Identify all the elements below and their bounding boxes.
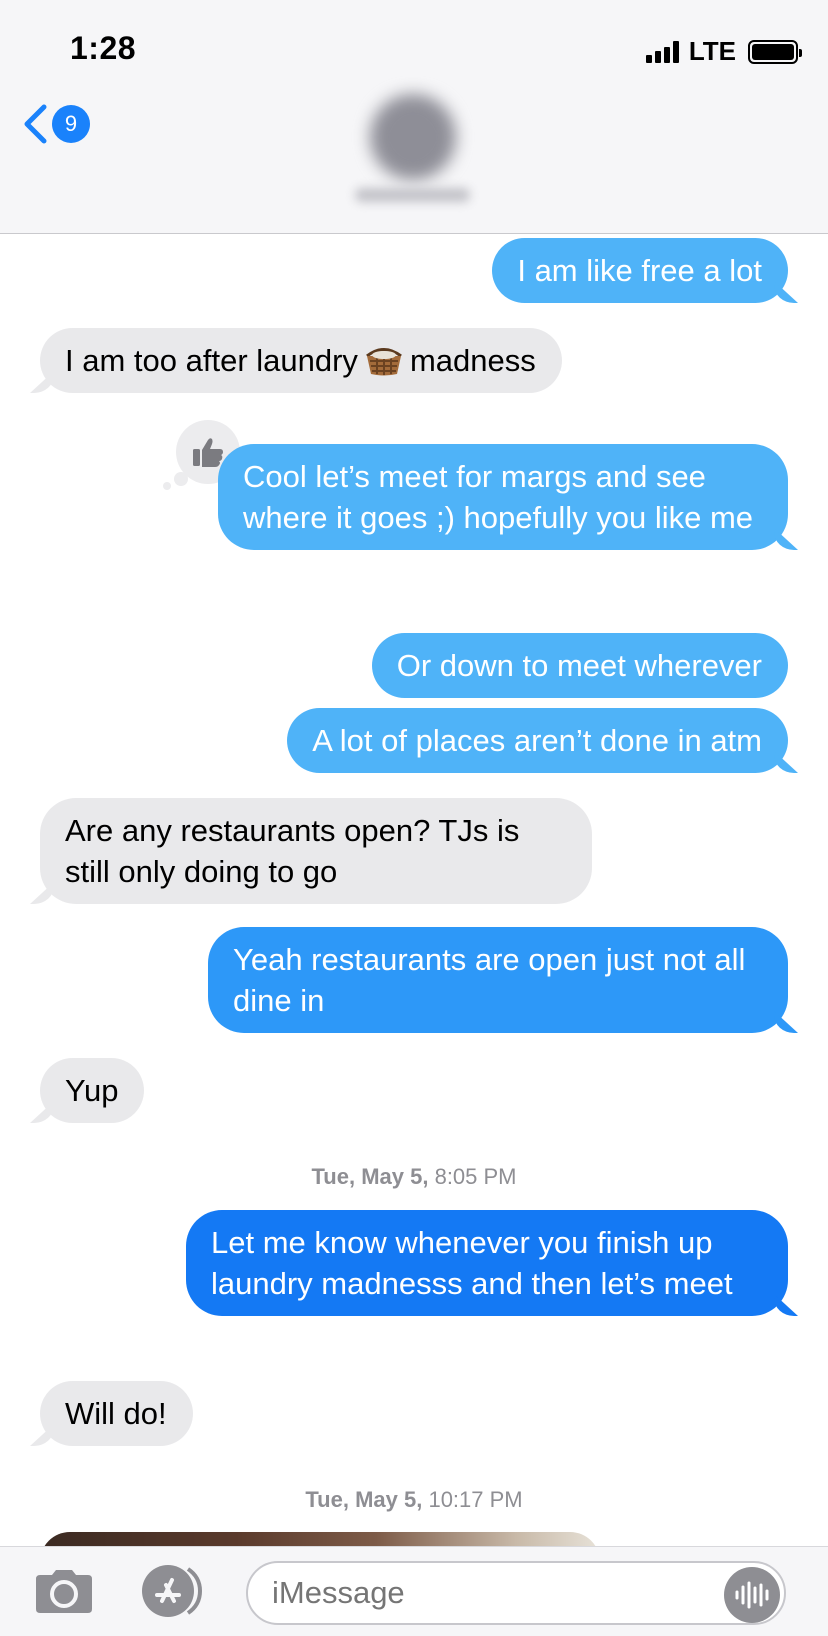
network-label: LTE (688, 36, 736, 66)
message-text: Are any restaurants open? TJs is still o… (65, 813, 520, 889)
audio-waveform-icon (735, 1581, 769, 1609)
audio-message-button[interactable] (724, 1567, 780, 1623)
sent-message[interactable]: Yeah restaurants are open just not all d… (208, 927, 788, 1033)
message-text: Yup (65, 1073, 119, 1108)
app-store-icon (142, 1565, 203, 1617)
message-text: I am too after laundry (65, 343, 358, 378)
message-text: Cool let’s meet for margs and see where … (243, 459, 754, 535)
message-input[interactable] (246, 1561, 786, 1625)
sent-message[interactable]: I am like free a lot (492, 238, 788, 303)
battery-icon (748, 39, 802, 64)
status-indicators: LTE (645, 36, 802, 67)
sent-message[interactable]: Cool let’s meet for margs and see where … (218, 444, 788, 550)
camera-icon (36, 1570, 92, 1613)
received-message[interactable]: Are any restaurants open? TJs is still o… (40, 798, 592, 904)
message-thread[interactable]: I am like free a lot I am too after laun… (0, 234, 828, 1546)
message-text: Will do! (65, 1396, 167, 1431)
message-text: I am like free a lot (517, 253, 762, 288)
photo-attachment[interactable] (40, 1532, 600, 1546)
sent-message[interactable]: Or down to meet wherever (371, 633, 788, 698)
contact-avatar[interactable] (370, 94, 456, 180)
back-chevron-icon (24, 104, 47, 144)
signal-icon (645, 40, 679, 63)
received-message[interactable]: Will do! (40, 1381, 193, 1446)
compose-bar (0, 1546, 828, 1636)
timestamp-time: 10:17 PM (428, 1487, 523, 1512)
message-text: madness (409, 343, 536, 378)
thumbs-up-icon (193, 438, 223, 467)
message-timestamp: Tue, May 5, 10:17 PM (0, 1487, 828, 1513)
message-text: A lot of places aren’t done in atm (312, 723, 762, 758)
sent-message[interactable]: Let me know whenever you finish up laund… (186, 1210, 788, 1316)
timestamp-day: Tue, May 5, (305, 1487, 423, 1512)
timestamp-time: 8:05 PM (434, 1164, 517, 1189)
conversation-header: 1:28 LTE 9 (0, 0, 828, 234)
received-message[interactable]: I am too after laundry madness (40, 328, 562, 393)
message-text: Let me know whenever you finish up laund… (211, 1225, 733, 1301)
app-store-button[interactable] (140, 1563, 208, 1619)
contact-name[interactable] (355, 188, 470, 202)
back-button[interactable]: 9 (22, 104, 90, 144)
received-message[interactable]: Yup (40, 1058, 145, 1123)
laundry-basket-emoji (364, 345, 404, 377)
status-time: 1:28 (70, 30, 137, 66)
unread-count-badge: 9 (52, 105, 90, 143)
reaction-tail (163, 482, 171, 490)
message-text: Yeah restaurants are open just not all d… (233, 942, 746, 1018)
camera-button[interactable] (32, 1569, 96, 1615)
message-timestamp: Tue, May 5, 8:05 PM (0, 1164, 828, 1190)
timestamp-day: Tue, May 5, (311, 1164, 429, 1189)
message-text: Or down to meet wherever (396, 648, 762, 683)
sent-message[interactable]: A lot of places aren’t done in atm (287, 708, 788, 773)
